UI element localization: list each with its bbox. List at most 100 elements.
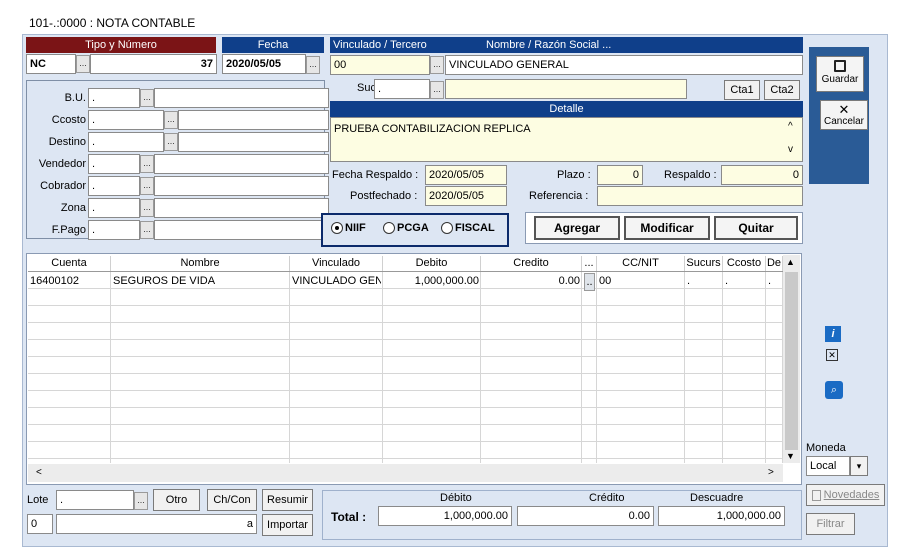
referencia-field[interactable] [597,186,803,206]
grid-column-header[interactable]: Cuenta [28,256,111,271]
fecha-field[interactable]: 2020/05/05 [222,54,306,74]
detalle-textarea[interactable]: PRUEBA CONTABILIZACION REPLICA [330,117,803,162]
lote-lookup-button[interactable]: ... [134,492,148,510]
field-input[interactable]: . [88,198,140,218]
table-cell[interactable]: 0.00 [483,273,580,289]
table-cell[interactable]: 1,000,000.00 [385,273,479,289]
field-lookup-button[interactable]: ... [140,221,154,239]
field-lookup-button[interactable]: ... [140,177,154,195]
lote-range-field[interactable]: a [56,514,257,534]
table-cell[interactable]: 16400102 [30,273,109,289]
respaldo-field[interactable]: 0 [721,165,803,185]
grid-column-header[interactable]: Credito [481,256,582,271]
grid-scroll-up-icon[interactable]: ▲ [786,257,795,267]
field-input[interactable]: . [88,154,140,174]
field-input[interactable]: . [88,88,140,108]
detalle-scroll-down-icon[interactable]: v [788,144,793,155]
guardar-button[interactable]: Guardar [816,56,864,92]
table-cell[interactable]: . [768,273,781,289]
modificar-button[interactable]: Modificar [624,216,710,240]
cancelar-label: Cancelar [823,116,865,127]
grid-scroll-left-icon[interactable]: < [36,467,42,478]
field-input[interactable]: . [88,132,164,152]
agregar-button[interactable]: Agregar [534,216,620,240]
vinculado-code-field[interactable]: 00 [330,55,430,75]
search-icon[interactable]: ⌕ [825,381,843,399]
cta1-button[interactable]: Cta1 [724,80,760,100]
importar-button[interactable]: Importar [262,514,313,536]
tipo-lookup-button[interactable]: ... [76,55,90,73]
info-icon[interactable]: i [825,326,841,342]
grid-column-header[interactable]: Sucurs [685,256,723,271]
grid-column-header[interactable]: Vinculado [290,256,383,271]
resumir-button[interactable]: Resumir [262,489,313,511]
grid-row-divider [28,373,783,374]
debito-total-field: 1,000,000.00 [378,506,512,526]
table-cell[interactable]: . [725,273,764,289]
vinculado-lookup-button[interactable]: ... [430,56,444,74]
fecha-header: Fecha [222,37,324,53]
moneda-dropdown-button[interactable]: ▾ [850,456,868,476]
field-input[interactable]: . [88,220,140,240]
filtrar-button[interactable]: Filtrar [806,513,855,535]
table-cell[interactable]: VINCULADO GENE [292,273,381,289]
field-lookup-button[interactable]: ... [140,199,154,217]
grid-column-header[interactable]: Ccosto [723,256,766,271]
grid-row-divider [28,424,783,425]
suc-field[interactable]: . [374,79,430,99]
grid-hscrollbar[interactable] [28,464,783,482]
norma-radio-fiscal[interactable]: FISCAL [441,222,495,235]
cta2-button[interactable]: Cta2 [764,80,800,100]
novedades-icon [811,489,821,501]
grid-header-divider [28,271,783,272]
postfechado-label: Postfechado : [350,190,418,202]
grid-scroll-right-icon[interactable]: > [768,467,774,478]
total-label: Total : [331,510,367,524]
detalle-scroll-up-icon[interactable]: ^ [788,121,793,132]
table-cell[interactable]: 00 [599,273,683,289]
chcon-button[interactable]: Ch/Con [207,489,257,511]
cancelar-button[interactable]: ✕ Cancelar [820,100,868,130]
fecha-respaldo-field[interactable]: 2020/05/05 [425,165,507,185]
field-input[interactable]: . [88,176,140,196]
field-label: Cobrador [40,180,86,192]
norma-radio-niif[interactable]: NIIF [331,222,366,235]
vinculado-name-field[interactable]: VINCULADO GENERAL [445,55,803,75]
table-cell[interactable]: SEGUROS DE VIDA [113,273,288,289]
grid-column-header[interactable]: ... [582,256,597,271]
suc-lookup-button[interactable]: ... [430,81,444,99]
field-lookup-button[interactable]: ... [140,89,154,107]
nombre-header-label: Nombre / Razón Social ... [486,39,612,51]
field-input[interactable]: . [88,110,164,130]
grid-scroll-down-icon[interactable]: ▼ [786,451,795,461]
lote-field[interactable]: . [56,490,134,510]
postfechado-field[interactable]: 2020/05/05 [425,186,507,206]
grid-column-divider [684,272,685,463]
numero-field[interactable]: 37 [90,54,217,74]
novedades-button[interactable]: Novedades [806,484,885,506]
fecha-calendar-button[interactable]: ... [306,56,320,74]
field-lookup-button[interactable]: ... [164,133,178,151]
checkbox-icon[interactable]: ✕ [826,349,838,361]
grid-column-header[interactable]: Nombre [111,256,290,271]
tipo-field[interactable]: NC [26,54,76,74]
grid-column-header[interactable]: Debito [383,256,481,271]
suc-name-field[interactable] [445,79,687,99]
descuadre-total-field: 1,000,000.00 [658,506,785,526]
quitar-button[interactable]: Quitar [714,216,798,240]
norma-radio-pcga[interactable]: PCGA [383,222,429,235]
field-lookup-button[interactable]: ... [164,111,178,129]
grid-scroll-thumb[interactable] [785,272,798,450]
field-label: Ccosto [51,114,86,126]
plazo-field[interactable]: 0 [597,165,643,185]
field-lookup-button[interactable]: ... [140,155,154,173]
lote-number-field[interactable]: 0 [27,514,53,534]
radio-circle-icon [383,222,395,235]
grid-column-header[interactable]: De [766,256,783,271]
grid-column-header[interactable]: CC/NIT [597,256,685,271]
table-cell[interactable]: . [687,273,721,289]
otro-button[interactable]: Otro [153,489,200,511]
table-cell[interactable]: .. [584,273,595,291]
moneda-select[interactable]: Local [806,456,850,476]
grid-column-divider [289,272,290,463]
